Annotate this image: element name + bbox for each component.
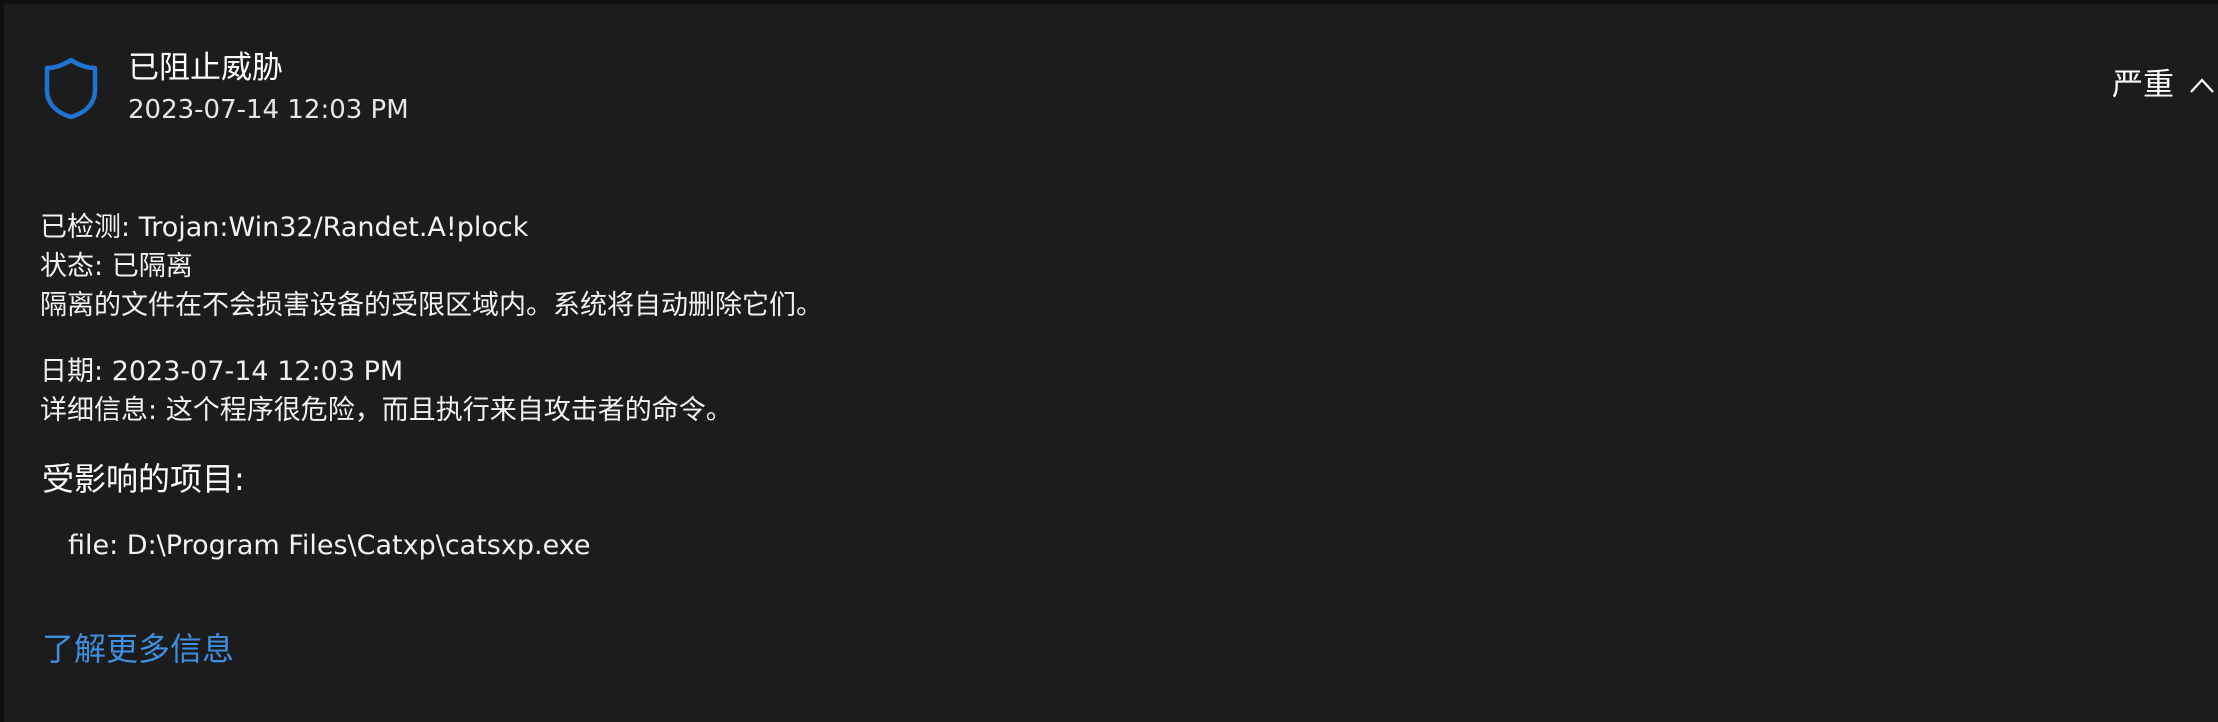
detected-row: 已检测: Trojan:Win32/Randet.A!plock (40, 208, 528, 247)
date-label: 日期: (40, 356, 104, 387)
severity-label: 严重 (2112, 67, 2174, 103)
detected-label: 已检测: (40, 212, 131, 243)
shield-icon (42, 56, 100, 120)
status-row: 状态: 已隔离 (40, 247, 193, 286)
status-value: 已隔离 (111, 251, 193, 282)
detected-value: Trojan:Win32/Randet.A!plock (138, 212, 529, 243)
threat-notification-panel: 已阻止威胁 2023-07-14 12:03 PM 严重 已检测: Trojan… (4, 4, 2218, 722)
affected-item: file: D:\Program Files\Catxp\catsxp.exe (68, 530, 591, 561)
status-label: 状态: (40, 251, 104, 282)
threat-timestamp: 2023-07-14 12:03 PM (128, 95, 409, 125)
info-value: 这个程序很危险，而且执行来自攻击者的命令。 (165, 395, 733, 426)
info-label: 详细信息: (40, 395, 158, 426)
threat-title: 已阻止威胁 (128, 50, 283, 86)
info-row: 详细信息: 这个程序很危险，而且执行来自攻击者的命令。 (40, 391, 733, 430)
chevron-up-icon[interactable] (2188, 74, 2216, 96)
status-note: 隔离的文件在不会损害设备的受限区域内。系统将自动删除它们。 (40, 290, 823, 321)
learn-more-link[interactable]: 了解更多信息 (42, 628, 234, 670)
severity-toggle[interactable]: 严重 (2112, 65, 2216, 105)
date-row: 日期: 2023-07-14 12:03 PM (40, 352, 403, 391)
affected-items-heading: 受影响的项目: (42, 460, 245, 498)
date-value: 2023-07-14 12:03 PM (111, 356, 404, 387)
